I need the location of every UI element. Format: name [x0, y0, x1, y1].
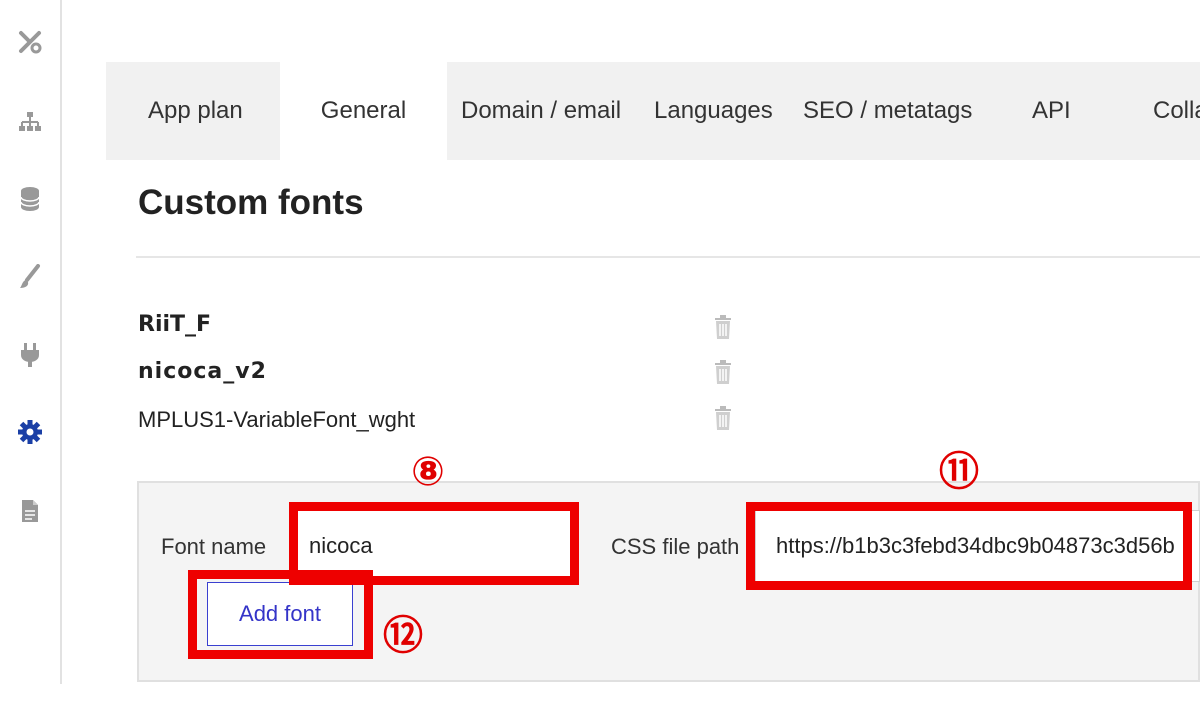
font-item-nicoca-v2: nicoca_v2: [138, 359, 267, 384]
tab-domain-email[interactable]: Domain / email: [461, 62, 621, 160]
annotation-marker-12: ⑫: [383, 613, 423, 659]
tab-collaboration[interactable]: Colla: [1153, 62, 1200, 160]
tab-general[interactable]: General: [280, 62, 447, 160]
section-divider: [136, 256, 1200, 258]
annotation-marker-11: ⑪: [939, 449, 979, 495]
gear-icon[interactable]: [16, 418, 44, 446]
font-item-riit: RiiT_F: [138, 312, 212, 337]
trash-icon[interactable]: [712, 314, 734, 340]
database-icon[interactable]: [16, 185, 44, 213]
font-item-mplus1: MPLUS1-VariableFont_wght: [138, 407, 416, 432]
page-title: Custom fonts: [138, 183, 364, 222]
left-icon-rail: [0, 0, 62, 684]
css-file-path-input[interactable]: https://b1b3c3febd34dbc9b04873c3d56b: [755, 510, 1200, 582]
font-name-label: Font name: [161, 534, 267, 559]
trash-icon[interactable]: [712, 359, 734, 385]
annotation-marker-8: ⑧: [411, 449, 445, 495]
trash-icon[interactable]: [712, 405, 734, 431]
css-file-path-label: CSS file path: [611, 534, 740, 559]
tab-api[interactable]: API: [1032, 62, 1071, 160]
sitemap-icon[interactable]: [16, 108, 44, 136]
brush-icon[interactable]: [16, 263, 44, 291]
add-font-button[interactable]: Add font: [207, 582, 353, 646]
tools-icon[interactable]: [16, 28, 44, 56]
font-name-input[interactable]: nicoca: [296, 510, 572, 582]
tab-app-plan[interactable]: App plan: [148, 62, 243, 160]
plug-icon[interactable]: [16, 341, 44, 369]
file-icon[interactable]: [16, 497, 44, 525]
tab-languages[interactable]: Languages: [654, 62, 773, 160]
tab-seo-metatags[interactable]: SEO / metatags: [803, 62, 972, 160]
